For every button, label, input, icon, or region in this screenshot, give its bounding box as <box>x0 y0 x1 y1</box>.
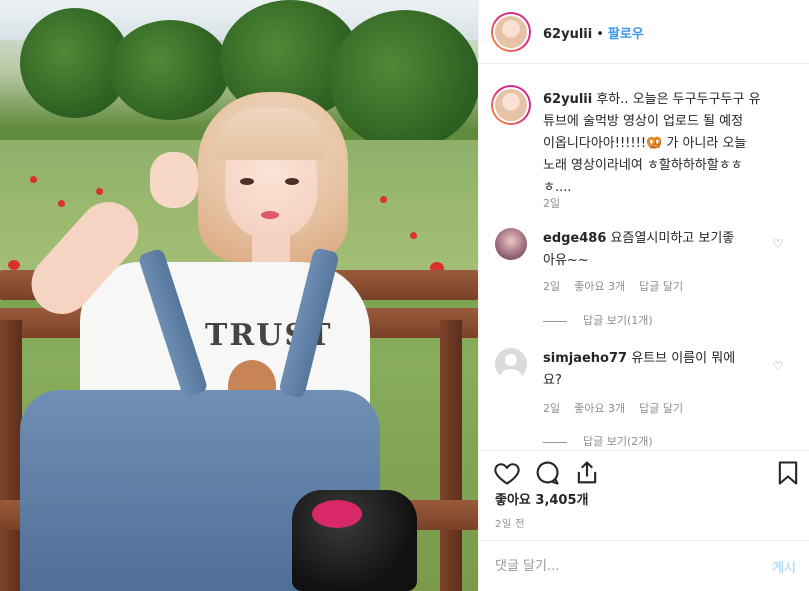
photo-flower <box>8 260 20 270</box>
person-eye <box>285 178 299 185</box>
photo-flower <box>380 196 387 203</box>
comment-username[interactable]: simjaeho77 <box>543 351 627 366</box>
reply-button[interactable]: 답글 달기 <box>639 280 683 293</box>
post-side-panel: 62yulii • 팔로우 62yulii 후하.. 오늘은 두구두구두구 유 튜브… <box>478 0 809 591</box>
bench-post <box>0 320 22 591</box>
comment-text: 유트브 이름이 뭐에 <box>631 351 736 366</box>
comment-text: 요즘열시미하고 보기좋 <box>610 231 735 246</box>
post-comment-button[interactable]: 게시 <box>772 557 796 576</box>
photo-tree <box>330 10 478 150</box>
caption-line: 후하.. 오늘은 두구두구두구 유 <box>596 92 761 107</box>
person-hand <box>150 152 198 208</box>
comments-scroll-area[interactable]: 62yulii 후하.. 오늘은 두구두구두구 유 튜브에 술먹방 영상이 업로… <box>479 65 809 450</box>
comment-age[interactable]: 2일 <box>543 402 560 415</box>
photo-flower <box>30 176 37 183</box>
person-lips <box>261 211 279 219</box>
view-replies-label: 답글 보기(2개) <box>583 435 653 448</box>
author-username[interactable]: 62yulii <box>543 27 592 42</box>
comment-bubble-icon[interactable] <box>533 459 561 487</box>
view-replies-button[interactable]: 답글 보기(2개) <box>543 433 653 449</box>
caption-line: 노래 영상이라네여 ㅎ할하하하할ㅎㅎ <box>543 158 743 173</box>
comment-text: 아유~~ <box>543 253 589 268</box>
default-user-icon <box>500 354 522 380</box>
replies-divider <box>543 320 567 322</box>
photo-flower <box>58 200 65 207</box>
comment-likes[interactable]: 좋아요 3개 <box>574 402 625 415</box>
view-replies-label: 답글 보기(1개) <box>583 314 653 327</box>
photo-tree <box>110 20 230 120</box>
post-timestamp[interactable]: 2일 전 <box>495 515 525 530</box>
commenter-avatar[interactable] <box>495 348 527 380</box>
comment-item: simjaeho77 유트브 이름이 뭐에 요? <box>543 348 768 392</box>
share-icon[interactable] <box>573 459 601 487</box>
post-header: 62yulii • 팔로우 <box>479 0 809 64</box>
caption-line: 튜브에 술먹방 영상이 업로드 될 예정 <box>543 114 744 129</box>
caption-line: 이옵니다아아!!!!!!🥨 가 아니라 오늘 <box>543 136 747 151</box>
caption-age[interactable]: 2일 <box>543 195 560 211</box>
instagram-post-view: TRUST 62yulii • 팔로우 62yulii 후하.. 오늘은 두구두구두… <box>0 0 809 591</box>
likes-count[interactable]: 좋아요 3,405개 <box>495 489 589 508</box>
avatar-image <box>493 87 529 123</box>
caption-line: ㅎ.... <box>543 180 572 195</box>
author-avatar[interactable] <box>491 12 531 52</box>
comment-text: 요? <box>543 373 562 388</box>
comment-age[interactable]: 2일 <box>543 280 560 293</box>
replies-divider <box>543 441 567 443</box>
comment-likes[interactable]: 좋아요 3개 <box>574 280 625 293</box>
header-separator: • <box>596 27 604 42</box>
comment-like-icon[interactable]: ♡ <box>771 237 785 251</box>
comment-username[interactable]: edge486 <box>543 231 606 246</box>
view-replies-button[interactable]: 답글 보기(1개) <box>543 312 653 328</box>
comment-meta: 2일 좋아요 3개 답글 달기 <box>543 278 697 294</box>
photo-flower <box>96 188 103 195</box>
reply-button[interactable]: 답글 달기 <box>639 402 683 415</box>
caption-username[interactable]: 62yulii <box>543 92 592 107</box>
person-eye <box>240 178 254 185</box>
photo-flower <box>410 232 417 239</box>
handbag-lining <box>312 500 362 528</box>
avatar-image <box>493 14 529 50</box>
caption-text: 62yulii 후하.. 오늘은 두구두구두구 유 튜브에 술먹방 영상이 업로… <box>543 89 793 199</box>
comment-meta: 2일 좋아요 3개 답글 달기 <box>543 400 697 416</box>
comment-input[interactable] <box>495 555 745 577</box>
bookmark-icon[interactable] <box>774 459 802 487</box>
bench-post <box>440 320 462 591</box>
heart-icon[interactable] <box>493 459 521 487</box>
add-comment-bar: 게시 <box>479 540 809 591</box>
post-photo[interactable]: TRUST <box>0 0 478 591</box>
follow-button[interactable]: 팔로우 <box>608 27 644 42</box>
caption-avatar[interactable] <box>491 85 531 125</box>
comment-like-icon[interactable]: ♡ <box>771 359 785 373</box>
comment-item: edge486 요즘열시미하고 보기좋 아유~~ <box>543 228 768 272</box>
commenter-avatar[interactable] <box>495 228 527 260</box>
